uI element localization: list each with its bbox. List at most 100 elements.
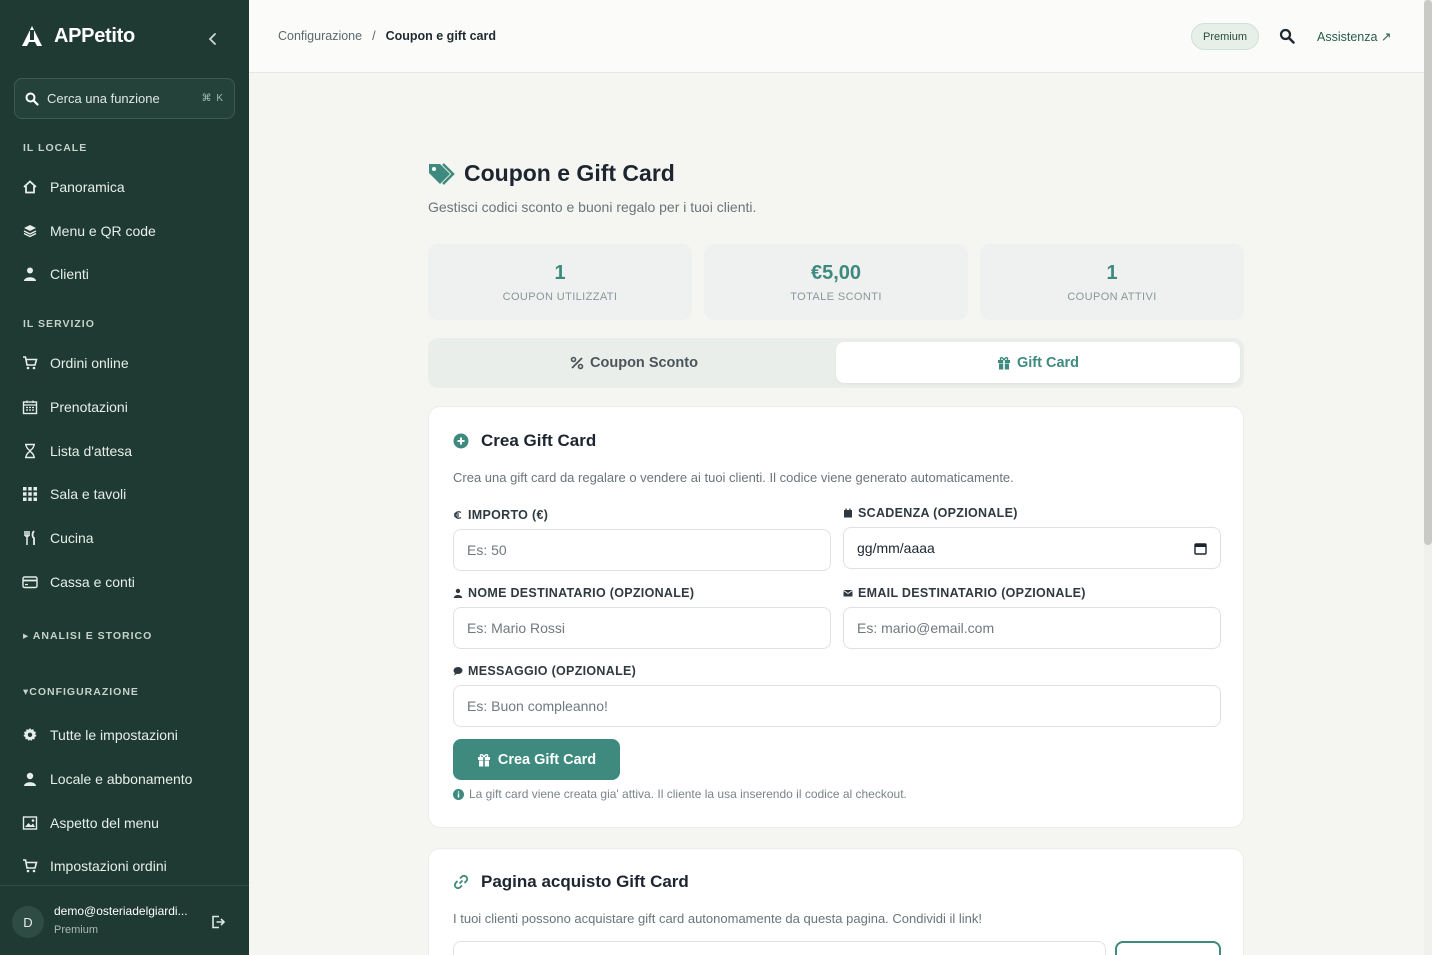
breadcrumb-current: Coupon e gift card [385, 29, 496, 43]
user-tie-icon [24, 267, 36, 281]
link-icon [453, 874, 469, 890]
search-icon[interactable] [1279, 28, 1295, 44]
amount-input[interactable] [453, 529, 831, 571]
stat-value: 1 [554, 262, 566, 284]
brand[interactable]: APPetito [20, 24, 135, 48]
breadcrumb: Configurazione / Coupon e gift card [278, 29, 496, 43]
expiry-date-value: gg/mm/aaaa [857, 540, 935, 556]
sidebar: APPetito Cerca una funzione ⌘ K IL LOCAL… [0, 0, 249, 955]
cart-icon [23, 356, 38, 370]
grid-icon [23, 487, 37, 501]
breadcrumb-parent[interactable]: Configurazione [278, 29, 362, 43]
sidebar-item-menu-qr[interactable]: Menu e QR code [22, 220, 156, 242]
sidebar-item-lista-attesa[interactable]: Lista d'attesa [22, 440, 132, 462]
button-label: Crea Gift Card [497, 751, 597, 768]
section-il-locale: IL LOCALE [23, 142, 88, 154]
comment-icon [453, 667, 463, 676]
section-configurazione[interactable]: ▾CONFIGURAZIONE [23, 686, 139, 698]
recipient-email-label: EMAIL DESTINATARIO (OPZIONALE) [843, 586, 1086, 600]
sidebar-item-cassa-conti[interactable]: Cassa e conti [22, 571, 135, 593]
sidebar-item-clienti[interactable]: Clienti [22, 263, 89, 285]
sidebar-item-impostazioni-ordini[interactable]: Impostazioni ordini [22, 855, 167, 877]
calendar-icon[interactable] [1194, 542, 1207, 555]
search-shortcut: ⌘ K [201, 93, 224, 104]
create-gift-card-button[interactable]: Crea Gift Card [453, 739, 620, 780]
tab-label: Gift Card [1016, 354, 1080, 371]
image-icon [22, 816, 38, 830]
plan-badge: Premium [1191, 23, 1260, 50]
message-label-text: MESSAGGIO (OPZIONALE) [468, 664, 637, 678]
section-analisi-storico[interactable]: ▸ ANALISI E STORICO [23, 630, 152, 642]
envelope-icon [843, 590, 853, 597]
page-header: Coupon e Gift Card Gestisci codici scont… [428, 160, 756, 215]
sidebar-item-label: Clienti [50, 266, 89, 282]
sidebar-item-label: Aspetto del menu [50, 815, 159, 831]
expiry-label-text: SCADENZA (OPZIONALE) [858, 506, 1018, 520]
sidebar-item-label: Menu e QR code [50, 223, 156, 239]
credit-card-icon [22, 576, 38, 589]
copy-link-button[interactable] [1115, 941, 1221, 955]
scrollbar-thumb[interactable] [1424, 0, 1432, 545]
search-icon [25, 92, 39, 106]
cart-icon [23, 859, 38, 873]
stat-coupon-utilizzati: 1 COUPON UTILIZZATI [428, 244, 692, 320]
recipient-email-label-text: EMAIL DESTINATARIO (OPZIONALE) [858, 586, 1086, 600]
sidebar-search[interactable]: Cerca una funzione ⌘ K [14, 78, 235, 119]
user-email: demo@osteriadelgiardi... [54, 904, 188, 918]
card-title: Crea Gift Card [453, 431, 596, 451]
stat-coupon-attivi: 1 COUPON ATTIVI [980, 244, 1244, 320]
logout-icon[interactable] [210, 914, 226, 930]
brand-name: APPetito [54, 24, 135, 47]
sidebar-item-label: Sala e tavoli [50, 486, 127, 502]
hourglass-icon [25, 443, 35, 459]
stat-label: COUPON ATTIVI [1067, 291, 1157, 303]
sidebar-item-locale-abbonamento[interactable]: Locale e abbonamento [22, 768, 192, 790]
purchase-link-field[interactable] [453, 941, 1106, 955]
logo-icon [22, 26, 42, 46]
layers-icon [23, 225, 37, 238]
gift-icon [997, 356, 1010, 369]
user-icon [24, 772, 36, 786]
expiry-date-input[interactable]: gg/mm/aaaa [843, 527, 1221, 569]
sidebar-item-aspetto-menu[interactable]: Aspetto del menu [22, 812, 159, 834]
tab-coupon-sconto[interactable]: Coupon Sconto [432, 342, 836, 383]
sidebar-item-tutte-impostazioni[interactable]: Tutte le impostazioni [22, 724, 178, 746]
sidebar-item-prenotazioni[interactable]: Prenotazioni [22, 396, 128, 418]
tab-gift-card[interactable]: Gift Card [836, 342, 1240, 383]
card-description: I tuoi clienti possono acquistare gift c… [453, 911, 982, 926]
utensils-icon [24, 530, 35, 545]
recipient-name-label: NOME DESTINATARIO (OPZIONALE) [453, 586, 694, 600]
user-plan: Premium [54, 924, 99, 936]
plus-circle-icon [453, 433, 469, 449]
help-link[interactable]: Assistenza ↗ [1317, 29, 1391, 44]
sidebar-item-label: Impostazioni ordini [50, 858, 167, 874]
search-placeholder: Cerca una funzione [47, 91, 160, 106]
tab-label: Coupon Sconto [590, 354, 698, 371]
sidebar-item-panoramica[interactable]: Panoramica [22, 176, 125, 198]
card-description: Crea una gift card da regalare o vendere… [453, 470, 1014, 485]
page-subtitle: Gestisci codici sconto e buoni regalo pe… [428, 199, 757, 215]
chevron-left-icon[interactable] [204, 30, 222, 48]
calendar-icon [22, 400, 38, 415]
recipient-name-input[interactable] [453, 607, 831, 649]
expiry-label: SCADENZA (OPZIONALE) [843, 506, 1018, 520]
message-input[interactable] [453, 685, 1221, 727]
user-icon [453, 588, 463, 598]
create-gift-card-panel: Crea Gift Card Crea una gift card da reg… [428, 406, 1244, 828]
gift-icon [477, 753, 490, 766]
recipient-email-input[interactable] [843, 607, 1221, 649]
topbar: Configurazione / Coupon e gift card Prem… [249, 0, 1424, 73]
user-panel: D demo@osteriadelgiardi... Premium [0, 885, 249, 955]
sidebar-item-sala-tavoli[interactable]: Sala e tavoli [22, 483, 126, 505]
sidebar-item-cucina[interactable]: Cucina [22, 527, 94, 549]
calendar-icon [844, 508, 852, 518]
info-note: La gift card viene creata gia' attiva. I… [453, 787, 907, 801]
sidebar-item-label: Cassa e conti [50, 574, 135, 590]
info-note-text: La gift card viene creata gia' attiva. I… [469, 787, 907, 801]
euro-icon [454, 511, 462, 519]
avatar[interactable]: D [12, 906, 44, 938]
card-title-text: Pagina acquisto Gift Card [481, 872, 689, 891]
section-il-servizio: IL SERVIZIO [23, 318, 95, 330]
breadcrumb-separator: / [372, 29, 376, 43]
sidebar-item-ordini-online[interactable]: Ordini online [22, 352, 129, 374]
